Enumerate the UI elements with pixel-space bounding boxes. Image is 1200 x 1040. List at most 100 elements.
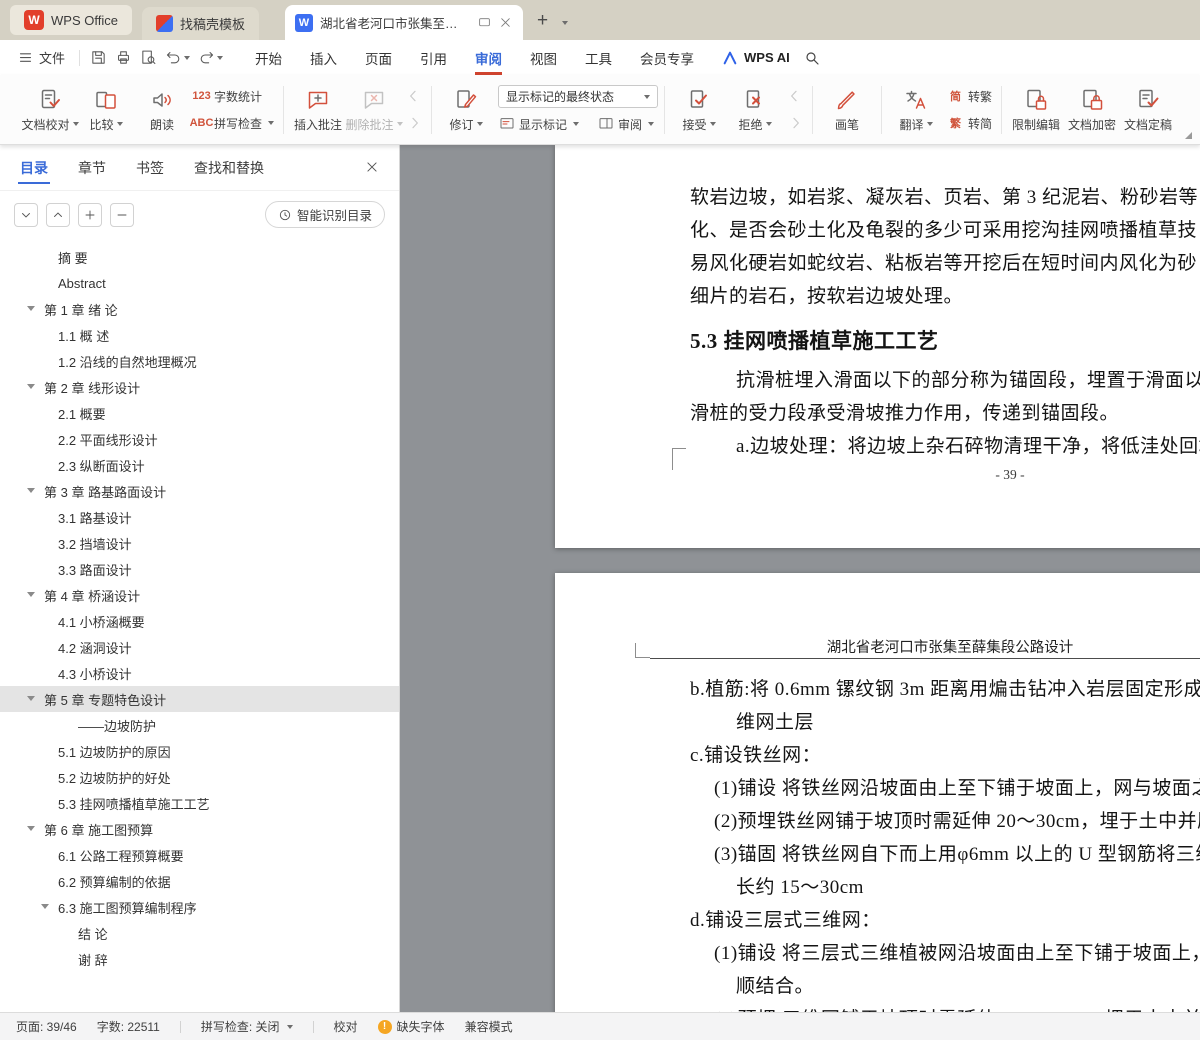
close-tab-icon[interactable] <box>498 15 513 31</box>
toc-item[interactable]: Abstract <box>0 270 399 296</box>
toc-expand-arrow-icon[interactable] <box>27 826 35 831</box>
sidebar-tab-chapter[interactable]: 章节 <box>78 145 106 191</box>
toc-item[interactable]: 谢 辞 <box>0 946 399 972</box>
toc-item[interactable]: 1.1 概 述 <box>0 322 399 348</box>
toc-expand-arrow-icon[interactable] <box>27 488 35 493</box>
expand-all-button[interactable] <box>46 202 70 227</box>
toc-item[interactable]: 1.2 沿线的自然地理概况 <box>0 348 399 374</box>
toc-expand-arrow-icon[interactable] <box>27 592 35 597</box>
toc-item[interactable]: 2.1 概要 <box>0 400 399 426</box>
toc-item[interactable]: 4.2 涵洞设计 <box>0 634 399 660</box>
collapse-all-button[interactable] <box>14 202 38 227</box>
toc-expand-arrow-icon[interactable] <box>27 696 35 701</box>
sidebar-tab-bookmark[interactable]: 书签 <box>136 145 164 191</box>
toc-item[interactable]: 3.1 路基设计 <box>0 504 399 530</box>
accept-button[interactable]: 接受 <box>671 79 727 141</box>
toc-item[interactable]: 3.2 挡墙设计 <box>0 530 399 556</box>
tab-preview-icon[interactable] <box>477 15 492 31</box>
toc-item[interactable]: 3.3 路面设计 <box>0 556 399 582</box>
toc-item[interactable]: 第 3 章 路基路面设计 <box>0 478 399 504</box>
insert-comment-button[interactable]: 插入批注 <box>290 79 346 141</box>
delete-comment-button: 删除批注 <box>346 79 403 141</box>
toc-item[interactable]: 第 1 章 绪 论 <box>0 296 399 322</box>
word-count-button[interactable]: 123 字数统计 <box>192 86 274 106</box>
template-app-tab[interactable]: 找稿壳模板 <box>141 7 259 40</box>
restrict-editing-button[interactable]: 限制编辑 <box>1008 79 1064 141</box>
document-page-39[interactable]: 软岩边坡，如岩浆、凝灰岩、页岩、第 3 纪泥岩、粉砂岩等 化、是否会砂土化及龟裂的… <box>555 145 1200 548</box>
toc-item-label: 第 1 章 绪 论 <box>44 302 118 318</box>
tab-list-chevron-icon[interactable] <box>560 12 569 30</box>
spell-check-button[interactable]: ABC 拼写检查 <box>190 113 275 133</box>
toc-item[interactable]: ——边坡防护 <box>0 712 399 738</box>
to-traditional-button[interactable]: 简转繁 <box>947 86 992 106</box>
menu-tab-reference[interactable]: 引用 <box>406 40 461 75</box>
sidebar-tab-find-replace[interactable]: 查找和替换 <box>194 145 264 191</box>
new-tab-button[interactable]: + <box>537 10 548 32</box>
status-missing-font[interactable]: ! 缺失字体 <box>377 1018 445 1035</box>
ink-brush-button[interactable]: 画笔 <box>819 79 875 141</box>
doc-line: (2)预埋 三维网铺于坡顶时需延伸 40～80cm，埋于土中并压实 <box>690 1003 1200 1012</box>
wps-ai-button[interactable]: WPS AI <box>722 50 790 66</box>
track-changes-button[interactable]: 修订 <box>438 79 494 141</box>
redo-button[interactable] <box>194 45 227 71</box>
document-canvas[interactable]: 软岩边坡，如岩浆、凝灰岩、页岩、第 3 纪泥岩、粉砂岩等 化、是否会砂土化及龟裂的… <box>400 145 1200 1012</box>
status-spellcheck[interactable]: 拼写检查: 关闭 <box>201 1018 293 1035</box>
show-markup-button[interactable]: 显示标记 <box>498 114 580 134</box>
menu-tab-home[interactable]: 开始 <box>241 40 296 75</box>
wps-home-tab[interactable]: W WPS Office <box>10 5 132 35</box>
toc-item[interactable]: 6.2 预算编制的依据 <box>0 868 399 894</box>
toc-item[interactable]: 第 4 章 桥涵设计 <box>0 582 399 608</box>
ribbon-expand-handle[interactable] <box>1185 132 1192 139</box>
review-button[interactable]: 审阅 <box>597 114 655 134</box>
toc-item[interactable]: 5.1 边坡防护的原因 <box>0 738 399 764</box>
encrypt-document-button[interactable]: 文档加密 <box>1064 79 1120 141</box>
menu-tab-page[interactable]: 页面 <box>351 40 406 75</box>
to-simplified-button[interactable]: 繁转简 <box>947 113 992 133</box>
print-button[interactable] <box>111 45 136 71</box>
toc-item[interactable]: 摘 要 <box>0 244 399 270</box>
close-sidebar-icon[interactable] <box>365 160 379 179</box>
status-compat-mode[interactable]: 兼容模式 <box>465 1018 513 1035</box>
toc-expand-arrow-icon[interactable] <box>27 306 35 311</box>
menu-tab-tools[interactable]: 工具 <box>571 40 626 75</box>
file-menu-button[interactable]: 文件 <box>10 45 73 71</box>
search-button[interactable] <box>804 50 820 66</box>
menu-tab-view[interactable]: 视图 <box>516 40 571 75</box>
doc-proofing-button[interactable]: 文档校对 <box>22 79 79 141</box>
zoom-out-button[interactable] <box>110 202 134 227</box>
sidebar-tab-catalog[interactable]: 目录 <box>18 145 50 191</box>
menu-tab-review[interactable]: 审阅 <box>461 40 516 75</box>
toc-item[interactable]: 4.3 小桥设计 <box>0 660 399 686</box>
toc-item[interactable]: 6.1 公路工程预算概要 <box>0 842 399 868</box>
toc-item[interactable]: 结 论 <box>0 920 399 946</box>
status-proofread[interactable]: 校对 <box>334 1018 358 1035</box>
menu-tab-member[interactable]: 会员专享 <box>626 40 708 75</box>
toc-item[interactable]: 第 6 章 施工图预算 <box>0 816 399 842</box>
finalize-document-button[interactable]: 文档定稿 <box>1120 79 1176 141</box>
reject-button[interactable]: 拒绝 <box>727 79 783 141</box>
print-preview-button[interactable] <box>136 45 161 71</box>
toc-item[interactable]: 5.3 挂网喷播植草施工工艺 <box>0 790 399 816</box>
toc-expand-arrow-icon[interactable] <box>41 904 49 909</box>
status-word-count[interactable]: 字数: 22511 <box>97 1018 160 1035</box>
toc-item[interactable]: 2.3 纵断面设计 <box>0 452 399 478</box>
compare-button[interactable]: 比较 <box>78 79 134 141</box>
menu-tab-insert[interactable]: 插入 <box>296 40 351 75</box>
smart-identify-toc-button[interactable]: 智能识别目录 <box>264 201 385 228</box>
toc-expand-arrow-icon[interactable] <box>27 384 35 389</box>
document-page-40[interactable]: 湖北省老河口市张集至薛集段公路设计 b.植筋:将 0.6mm 镙纹钢 3m 距离… <box>555 573 1200 1012</box>
toc-item[interactable]: 第 2 章 线形设计 <box>0 374 399 400</box>
read-aloud-button[interactable]: 朗读 <box>134 79 190 141</box>
toc-item[interactable]: 6.3 施工图预算编制程序 <box>0 894 399 920</box>
undo-button[interactable] <box>161 45 194 71</box>
zoom-in-button[interactable] <box>78 202 102 227</box>
toc-item[interactable]: 第 5 章 专题特色设计 <box>0 686 399 712</box>
translate-button[interactable]: 翻译 <box>888 79 944 141</box>
save-button[interactable] <box>86 45 111 71</box>
markup-state-combo[interactable]: 显示标记的最终状态 <box>498 85 659 108</box>
document-tab-active[interactable]: W 湖北省老河口市张集至薛集段... <box>284 5 523 40</box>
status-page-count[interactable]: 页面: 39/46 <box>16 1018 77 1035</box>
toc-item[interactable]: 4.1 小桥涵概要 <box>0 608 399 634</box>
toc-item[interactable]: 2.2 平面线形设计 <box>0 426 399 452</box>
toc-item[interactable]: 5.2 边坡防护的好处 <box>0 764 399 790</box>
